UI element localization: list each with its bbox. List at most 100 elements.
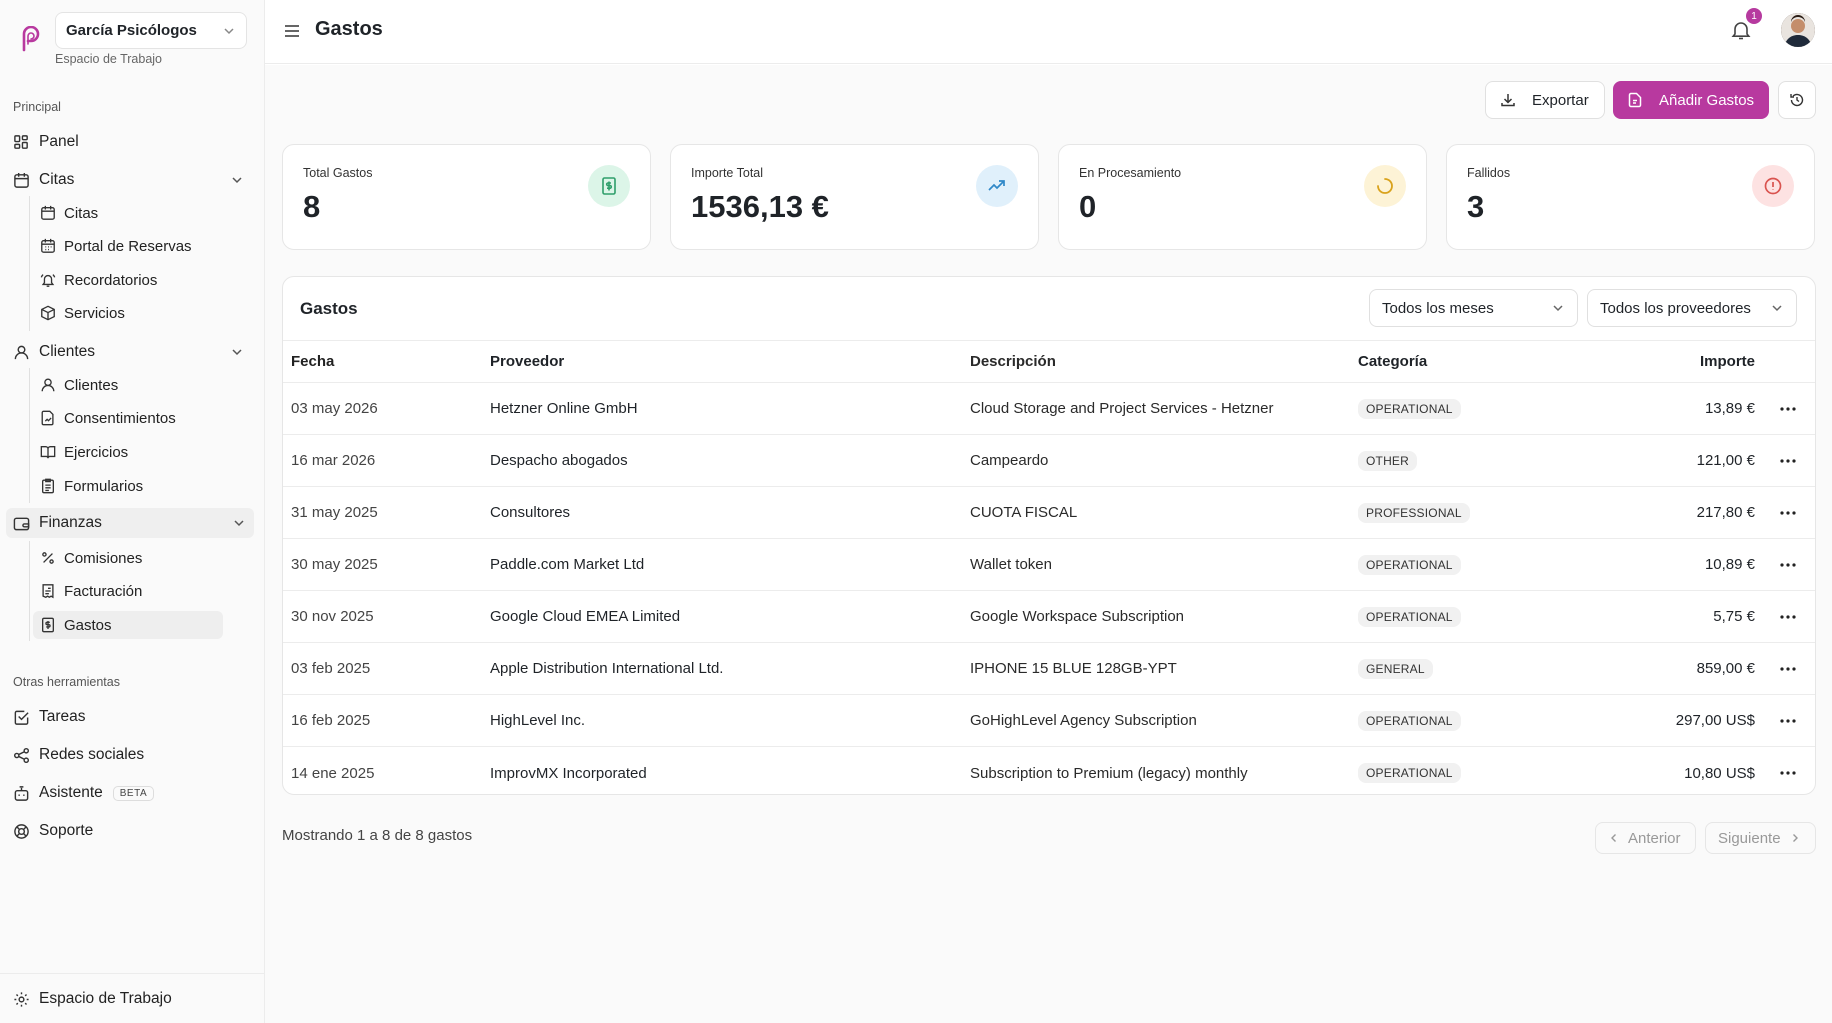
- cell-description: Subscription to Premium (legacy) monthly: [970, 764, 1248, 782]
- chevron-right-icon: [1792, 834, 1798, 842]
- sidebar-item-facturacion[interactable]: Facturación: [40, 577, 230, 605]
- trending-up-icon: [988, 180, 1005, 191]
- table-title: Gastos: [300, 299, 358, 318]
- export-button[interactable]: Exportar: [1485, 81, 1605, 119]
- table-row[interactable]: 30 nov 2025 Google Cloud EMEA Limited Goog…: [283, 591, 1815, 643]
- sidebar-item-citas[interactable]: Citas: [40, 199, 230, 227]
- lifebuoy-icon: [14, 823, 29, 839]
- workspace-name: García Psicólogos: [66, 22, 197, 39]
- sidebar-item-ejercicios[interactable]: Ejercicios: [40, 438, 230, 466]
- tree-line: [29, 196, 30, 331]
- avatar[interactable]: [1781, 13, 1815, 47]
- chevron-left-icon: [1611, 834, 1616, 842]
- calendar-grid-icon: [41, 238, 55, 253]
- sidebar-item-label: Consentimientos: [64, 409, 176, 427]
- row-actions-button[interactable]: [1776, 747, 1800, 794]
- export-label: Exportar: [1532, 91, 1589, 109]
- sidebar-item-label: Clientes: [64, 376, 119, 394]
- bot-icon: [14, 785, 29, 801]
- stat-value: 1536,13 €: [691, 189, 829, 224]
- download-icon: [1501, 94, 1515, 107]
- cell-amount: 121,00 €: [1696, 452, 1755, 469]
- sidebar-item-clientes[interactable]: Clientes: [40, 371, 230, 399]
- dashboard-icon: [14, 134, 28, 149]
- table-row[interactable]: 03 may 2026 Hetzner Online GmbH Cloud Stor…: [283, 383, 1815, 435]
- workspace-selector[interactable]: García Psicólogos: [55, 12, 247, 49]
- column-header-category[interactable]: Categoría: [1358, 341, 1427, 382]
- cell-description: Google Workspace Subscription: [970, 608, 1184, 625]
- cell-date: 16 feb 2025: [291, 712, 371, 729]
- pagination-summary: Mostrando 1 a 8 de 8 gastos: [282, 827, 473, 844]
- sidebar-group-clientes[interactable]: Clientes: [13, 337, 252, 367]
- provider-filter-select[interactable]: Todos los proveedores: [1587, 289, 1797, 327]
- page-title: Gastos: [315, 18, 383, 40]
- row-actions-button[interactable]: [1776, 435, 1800, 486]
- table-row[interactable]: 14 ene 2025 ImprovMX Incorporated Subscrip…: [283, 747, 1815, 794]
- sidebar-item-label: Espacio de Trabajo: [39, 990, 172, 1007]
- check-square-icon: [14, 710, 29, 725]
- sidebar-item-panel[interactable]: Panel: [13, 127, 252, 157]
- more-horizontal-icon: [1780, 562, 1796, 567]
- sidebar-item-gastos[interactable]: Gastos: [33, 611, 223, 639]
- add-expense-button[interactable]: Añadir Gastos: [1613, 81, 1769, 119]
- cell-provider: Apple Distribution International Ltd.: [490, 660, 724, 677]
- receipt-icon: [42, 584, 54, 599]
- column-header-description[interactable]: Descripción: [970, 341, 1056, 382]
- sidebar-item-redes[interactable]: Redes sociales: [13, 740, 252, 770]
- stat-card-failed: Fallidos 3: [1446, 144, 1815, 250]
- category-badge: OPERATIONAL: [1358, 710, 1461, 731]
- menu-icon[interactable]: [283, 22, 301, 40]
- cell-provider: Despacho abogados: [490, 452, 628, 469]
- cell-amount: 10,89 €: [1704, 556, 1755, 573]
- column-header-date[interactable]: Fecha: [291, 341, 334, 382]
- sidebar-group-citas[interactable]: Citas: [13, 165, 252, 195]
- sidebar-item-label: Comisiones: [64, 549, 143, 567]
- table-row[interactable]: 16 mar 2026 Despacho abogados Campeardo OTH…: [283, 435, 1815, 487]
- sidebar-item-tareas[interactable]: Tareas: [13, 702, 252, 732]
- sidebar-item-label: Recordatorios: [64, 271, 158, 289]
- more-horizontal-icon: [1780, 771, 1796, 775]
- sidebar-item-asistente[interactable]: Asistente BETA: [13, 778, 252, 808]
- row-actions-button[interactable]: [1776, 487, 1800, 538]
- table-row[interactable]: 31 may 2025 Consultores CUOTA FISCAL PROFES…: [283, 487, 1815, 539]
- column-header-amount[interactable]: Importe: [1700, 341, 1755, 382]
- sidebar-item-servicios[interactable]: Servicios: [40, 299, 230, 327]
- table-row[interactable]: 16 feb 2025 HighLevel Inc. GoHighLevel Age…: [283, 695, 1815, 747]
- sidebar-item-recordatorios[interactable]: Recordatorios: [40, 266, 230, 294]
- sidebar-item-comisiones[interactable]: Comisiones: [40, 544, 230, 572]
- next-page-button[interactable]: Siguiente: [1705, 822, 1816, 854]
- stat-badge: [1364, 165, 1406, 207]
- user-icon: [14, 345, 29, 359]
- category-badge: OPERATIONAL: [1358, 606, 1461, 627]
- row-actions-button[interactable]: [1776, 591, 1800, 642]
- notification-count-badge: 1: [1746, 8, 1762, 24]
- row-actions-button[interactable]: [1776, 539, 1800, 590]
- sidebar-group-finanzas[interactable]: Finanzas: [6, 508, 254, 538]
- month-filter-select[interactable]: Todos los meses: [1369, 289, 1578, 327]
- sidebar-item-formularios[interactable]: Formularios: [40, 472, 230, 500]
- sidebar-item-label: Facturación: [64, 582, 143, 600]
- table-row[interactable]: 03 feb 2025 Apple Distribution Internatio…: [283, 643, 1815, 695]
- chevron-down-icon: [232, 177, 242, 184]
- table-row[interactable]: 30 may 2025 Paddle.com Market Ltd Wallet t…: [283, 539, 1815, 591]
- column-header-provider[interactable]: Proveedor: [490, 341, 564, 382]
- sidebar-item-portal-reservas[interactable]: Portal de Reservas: [40, 232, 230, 260]
- previous-page-button[interactable]: Anterior: [1595, 822, 1696, 854]
- row-actions-button[interactable]: [1776, 695, 1800, 746]
- row-actions-button[interactable]: [1776, 643, 1800, 694]
- cell-provider: Google Cloud EMEA Limited: [490, 608, 681, 625]
- sidebar-item-label: Citas: [64, 204, 99, 222]
- cell-category: PROFESSIONAL: [1358, 487, 1470, 538]
- sidebar-item-consentimientos[interactable]: Consentimientos: [40, 404, 230, 432]
- cell-amount: 297,00 US$: [1675, 712, 1755, 729]
- add-expense-label: Añadir Gastos: [1659, 91, 1755, 109]
- sidebar-item-workspace-settings[interactable]: Espacio de Trabajo: [13, 984, 253, 1014]
- sidebar-item-soporte[interactable]: Soporte: [13, 816, 252, 846]
- cell-provider: HighLevel Inc.: [490, 712, 586, 729]
- sidebar: García Psicólogos Espacio de Trabajo Pri…: [0, 0, 265, 1023]
- row-actions-button[interactable]: [1776, 383, 1800, 434]
- chevron-down-icon: [232, 349, 242, 356]
- loader-icon: [1377, 178, 1393, 194]
- alert-circle-icon: [1764, 177, 1782, 195]
- history-button[interactable]: [1778, 81, 1816, 119]
